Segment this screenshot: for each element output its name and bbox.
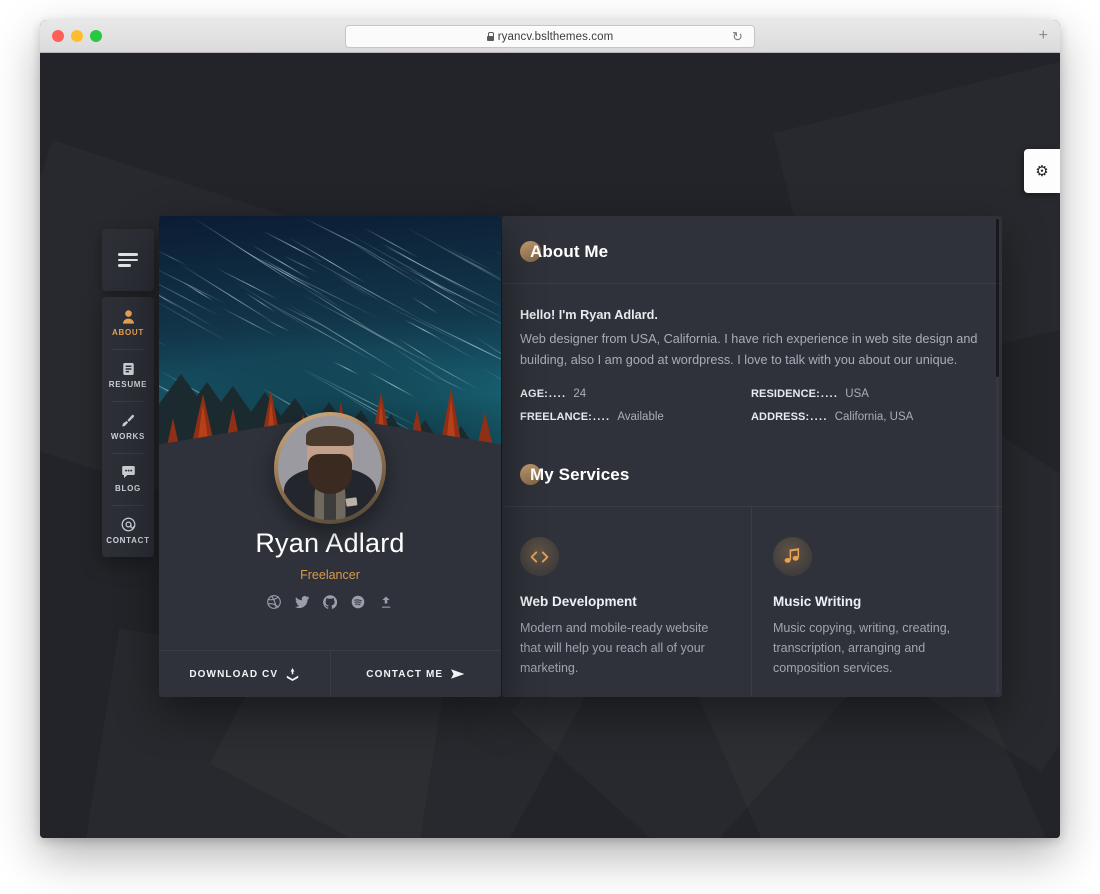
sidebar-item-resume[interactable]: RESUME [102,349,154,401]
sidebar-nav: ABOUT RESUME WORKS BLOG CONTACT [102,229,154,557]
address-bar[interactable]: ryancv.bslthemes.com ↻ [345,25,755,48]
services-grid: Web Development Modern and mobile-ready … [520,507,982,697]
service-title: Web Development [520,594,637,609]
url-text: ryancv.bslthemes.com [497,30,614,43]
services-title-text: My Services [530,465,630,484]
info-row-address: ADDRESS: .... California, USA [751,411,982,423]
reload-icon[interactable]: ↻ [732,30,744,43]
sidebar-item-blog[interactable]: BLOG [102,453,154,505]
info-value-freelance: Available [617,411,664,423]
download-icon [286,667,299,681]
info-dots: .... [810,411,828,423]
at-icon [121,517,136,532]
service-card-music-writing: Music Writing Music copying, writing, cr… [751,507,982,697]
sidebar-label-about: ABOUT [112,328,144,337]
github-icon[interactable] [323,594,338,609]
info-value-address: California, USA [834,411,914,423]
about-panel-content: About Me Hello! I'm Ryan Adlard. Web des… [502,216,1002,697]
social-links [159,594,501,609]
service-title: Music Writing [773,594,862,609]
page-viewport: ⚙ ABOUT RESUME WORKS BLOG CONTACT Ryan A… [40,53,1060,838]
info-key-age: AGE: [520,388,548,400]
contact-me-button[interactable]: CONTACT ME [329,651,502,697]
traffic-lights[interactable] [52,30,102,42]
info-key-residence: RESIDENCE: [751,388,820,400]
comment-icon [121,465,136,480]
profile-card: Ryan Adlard Freelancer DOWNLOAD CV CONTA… [159,216,501,697]
behance-icon[interactable] [379,594,394,609]
service-text: Music copying, writing, creating, transc… [773,621,951,675]
info-value-residence: USA [845,388,869,400]
sidebar-label-resume: RESUME [108,380,148,389]
music-icon [773,537,812,576]
new-tab-button[interactable]: + [1039,28,1048,44]
info-value-age: 24 [573,388,587,400]
close-window-button[interactable] [52,30,64,42]
about-text: Web designer from USA, California. I hav… [520,332,978,367]
about-panel: About Me Hello! I'm Ryan Adlard. Web des… [502,216,1002,697]
info-row-residence: RESIDENCE: .... USA [751,388,982,400]
minimize-window-button[interactable] [71,30,83,42]
file-icon [122,361,135,376]
hamburger-icon [118,253,138,267]
sidebar-label-blog: BLOG [115,484,141,493]
url-text-wrap: ryancv.bslthemes.com [486,30,614,43]
code-icon [520,537,559,576]
maximize-window-button[interactable] [90,30,102,42]
browser-titlebar: ryancv.bslthemes.com ↻ + [40,20,1060,53]
service-text: Modern and mobile-ready website that wil… [520,621,709,675]
avatar-image [278,416,382,520]
panel-scrollbar-thumb[interactable] [996,219,999,377]
sidebar-item-works[interactable]: WORKS [102,401,154,453]
send-icon [451,669,465,679]
download-cv-button[interactable]: DOWNLOAD CV [159,651,330,697]
sidebar-item-about[interactable]: ABOUT [102,297,154,349]
info-row-age: AGE: .... 24 [520,388,751,400]
brush-icon [121,413,135,428]
dribbble-icon[interactable] [267,594,282,609]
service-card-web-development: Web Development Modern and mobile-ready … [520,507,751,697]
info-key-freelance: FREELANCE: [520,411,592,423]
about-title: About Me [520,216,608,262]
profile-name: Ryan Adlard [255,528,405,558]
sidebar-label-contact: CONTACT [106,536,150,545]
contact-me-label: CONTACT ME [366,668,444,680]
menu-toggle-button[interactable] [102,229,154,291]
services-title: My Services [520,423,629,485]
sidebar-nav-list: ABOUT RESUME WORKS BLOG CONTACT [102,297,154,557]
settings-button[interactable]: ⚙ [1024,149,1060,193]
about-info-grid: AGE: .... 24 RESIDENCE: .... USA FREELAN… [520,388,982,423]
info-dots: .... [592,411,611,423]
download-cv-label: DOWNLOAD CV [189,668,279,680]
info-dots: .... [820,388,839,400]
sidebar-item-contact[interactable]: CONTACT [102,505,154,557]
user-icon [122,309,135,324]
lock-icon [486,32,495,41]
sidebar-label-works: WORKS [110,432,146,441]
browser-window: ryancv.bslthemes.com ↻ + ⚙ ABOUT RESUME … [40,20,1060,838]
profile-role: Freelancer [300,568,360,582]
info-key-address: ADDRESS: [751,411,810,423]
profile-actions: DOWNLOAD CV CONTACT ME [159,650,501,697]
info-dots: .... [548,388,567,400]
about-lead: Hello! I'm Ryan Adlard. [520,308,658,322]
info-row-freelance: FREELANCE: .... Available [520,411,751,423]
twitter-icon[interactable] [295,594,310,609]
gear-icon: ⚙ [1035,162,1049,180]
spotify-icon[interactable] [351,594,366,609]
about-body: Hello! I'm Ryan Adlard. Web designer fro… [520,284,982,423]
avatar [274,412,386,524]
about-title-text: About Me [530,242,609,261]
